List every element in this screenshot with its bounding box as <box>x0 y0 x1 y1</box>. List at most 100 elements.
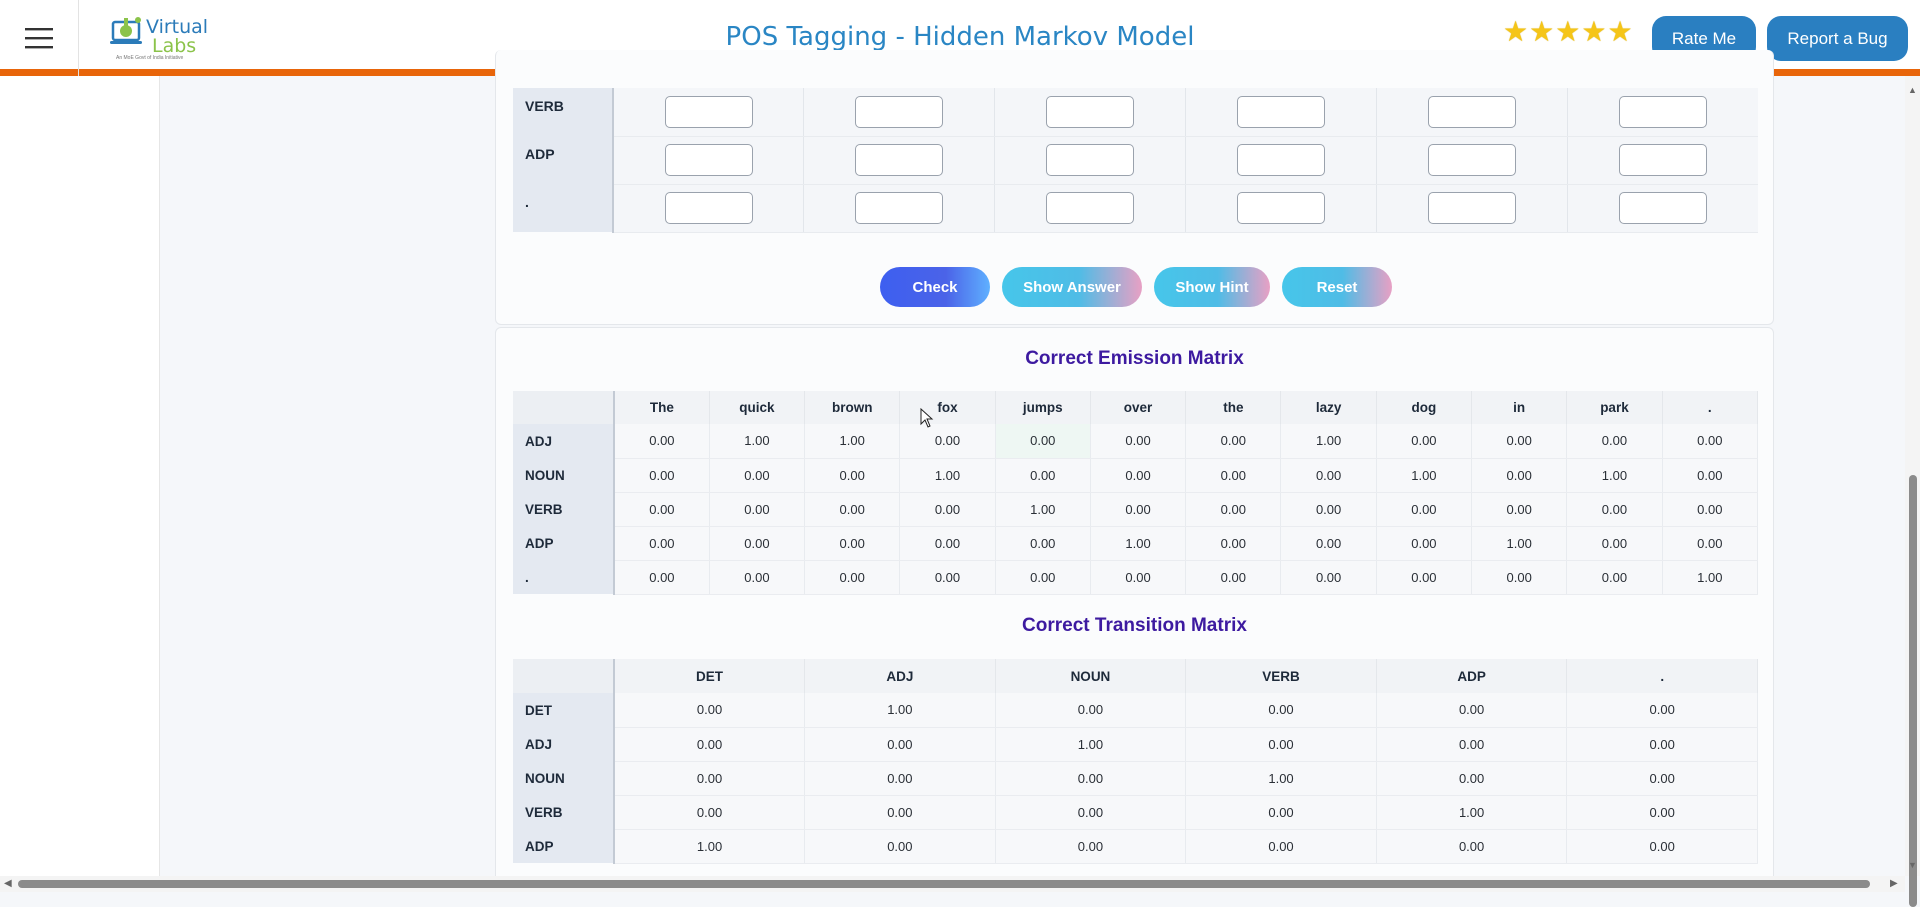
matrix-value-input[interactable] <box>664 144 753 176</box>
hamburger-menu-button[interactable] <box>0 0 79 76</box>
matrix-cell: 0.00 <box>995 829 1187 864</box>
matrix-value-input[interactable] <box>664 192 753 224</box>
column-header: lazy <box>1280 391 1377 424</box>
report-bug-button[interactable]: Report a Bug <box>1767 16 1908 61</box>
matrix-cell: 0.00 <box>1185 458 1282 493</box>
matrix-cell: 0.00 <box>899 492 996 527</box>
matrix-value-input[interactable] <box>855 95 944 128</box>
matrix-value-input[interactable] <box>1046 144 1135 176</box>
matrix-cell: 0.00 <box>1185 727 1377 762</box>
column-header: over <box>1090 391 1187 424</box>
column-header: park <box>1566 391 1663 424</box>
matrix-value-input[interactable] <box>1427 144 1516 176</box>
scroll-left-arrow-icon[interactable]: ◀ <box>4 878 12 889</box>
corner-cell <box>513 659 615 693</box>
matrix-cell: 1.00 <box>1280 424 1377 459</box>
input-cell <box>1567 88 1758 137</box>
virtual-labs-logo[interactable]: Virtual Labs An MoE Govt of India Initia… <box>110 12 208 62</box>
input-cell <box>1567 184 1758 233</box>
matrix-value-input[interactable] <box>1618 144 1707 176</box>
row-header: NOUN <box>513 761 615 795</box>
matrix-cell: 0.00 <box>709 526 806 561</box>
horizontal-scroll-thumb[interactable] <box>18 880 1870 888</box>
matrix-cell: 0.00 <box>1376 492 1473 527</box>
corner-cell <box>513 391 615 424</box>
matrix-cell: 1.00 <box>995 492 1091 527</box>
transition-matrix-table: DET ADJ NOUN VERB ADP. DET 0.00 1.00 0.00 0.00 0.… <box>513 659 1758 864</box>
matrix-value-input[interactable] <box>1236 95 1325 128</box>
input-cell <box>1376 88 1568 137</box>
row-header: ADJ <box>513 424 615 458</box>
logo-text-labs: Labs <box>152 35 197 57</box>
matrix-cell: 0.00 <box>1566 424 1663 459</box>
show-answer-button[interactable]: Show Answer <box>1002 267 1142 307</box>
matrix-value-input[interactable] <box>1046 192 1135 224</box>
matrix-cell: 0.00 <box>709 458 806 493</box>
matrix-cell: 0.00 <box>804 560 901 595</box>
scroll-up-arrow-icon[interactable]: ▲ <box>1908 86 1917 95</box>
matrix-value-input[interactable] <box>664 95 753 128</box>
input-cell <box>613 184 805 233</box>
matrix-cell: 1.00 <box>1566 458 1663 493</box>
column-header: ADJ <box>804 659 996 693</box>
column-header: The <box>614 391 710 424</box>
vertical-scroll-thumb[interactable] <box>1909 475 1917 907</box>
matrix-value-input[interactable] <box>1236 144 1325 176</box>
flask-laptop-icon <box>110 17 142 44</box>
input-row: ADP <box>513 136 1758 185</box>
matrix-cell: 0.00 <box>995 795 1187 830</box>
matrix-cell: 0.00 <box>1185 492 1282 527</box>
matrix-cell: 0.00 <box>1376 693 1568 728</box>
horizontal-scrollbar[interactable]: ◀ ▶ <box>0 876 1905 892</box>
column-header: brown <box>804 391 901 424</box>
matrix-cell: 0.00 <box>614 795 806 830</box>
input-cell <box>1567 136 1758 185</box>
matrix-cell: 1.00 <box>1662 560 1759 595</box>
row-tag-label: ADP <box>513 136 614 184</box>
matrix-cell: 0.00 <box>1662 458 1759 493</box>
column-header: quick <box>709 391 806 424</box>
vertical-scrollbar[interactable]: ▲ ▼ <box>1905 76 1920 907</box>
star-icon: ★ <box>1503 16 1529 47</box>
matrix-cell: 0.00 <box>1376 526 1473 561</box>
matrix-value-input[interactable] <box>1618 95 1707 128</box>
matrix-value-input[interactable] <box>1427 192 1516 224</box>
input-cell <box>613 88 805 137</box>
star-icon: ★ <box>1581 16 1607 47</box>
input-cell <box>803 88 996 137</box>
row-header: VERB <box>513 492 615 526</box>
column-header: NOUN <box>995 659 1187 693</box>
matrix-value-input[interactable] <box>855 192 944 224</box>
matrix-value-input[interactable] <box>1046 95 1135 128</box>
matrix-cell: 0.00 <box>1662 492 1759 527</box>
row-tag-label: . <box>513 184 614 232</box>
matrix-cell: 1.00 <box>1090 526 1187 561</box>
matrix-cell: 1.00 <box>995 727 1187 762</box>
matrix-cell: 1.00 <box>1376 458 1473 493</box>
show-hint-button[interactable]: Show Hint <box>1154 267 1270 307</box>
matrix-cell: 0.00 <box>1566 492 1663 527</box>
action-buttons: Check Show Answer Show Hint Reset <box>880 267 1392 307</box>
matrix-cell: 0.00 <box>1280 492 1377 527</box>
reset-button[interactable]: Reset <box>1282 267 1392 307</box>
column-header: jumps <box>995 391 1091 424</box>
matrix-cell: 0.00 <box>899 560 996 595</box>
matrix-cell: 0.00 <box>1566 761 1758 796</box>
input-cell <box>613 136 805 185</box>
scroll-right-arrow-icon[interactable]: ▶ <box>1890 878 1898 889</box>
matrix-value-input[interactable] <box>1427 95 1516 128</box>
scroll-down-arrow-icon[interactable]: ▼ <box>1908 861 1917 870</box>
matrix-value-input[interactable] <box>1618 192 1707 224</box>
matrix-cell: 0.00 <box>1376 560 1473 595</box>
column-header: dog <box>1376 391 1473 424</box>
star-icon: ★ <box>1555 16 1581 47</box>
matrix-cell: 0.00 <box>804 795 996 830</box>
matrix-cell: 0.00 <box>1280 458 1377 493</box>
row-tag-label: VERB <box>513 88 614 136</box>
input-cell <box>1185 88 1377 137</box>
matrix-value-input[interactable] <box>855 144 944 176</box>
emission-input-table: VERB ADP. <box>513 88 1758 233</box>
mouse-cursor-icon <box>920 408 934 428</box>
check-button[interactable]: Check <box>880 267 990 307</box>
matrix-value-input[interactable] <box>1236 192 1325 224</box>
